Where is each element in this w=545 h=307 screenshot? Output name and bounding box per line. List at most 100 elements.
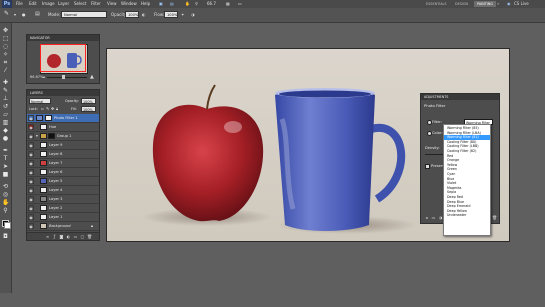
layers-tab[interactable]: LAYERS <box>30 90 43 96</box>
clone-stamp-tool-icon[interactable]: ⊥ <box>2 95 9 102</box>
hand-icon[interactable]: ✋ <box>185 0 190 8</box>
move-tool-icon[interactable]: ✥ <box>2 27 9 34</box>
visibility-eye-icon[interactable]: ◉ <box>28 223 34 229</box>
preserve-luminosity-checkbox[interactable] <box>425 164 430 169</box>
crop-tool-icon[interactable]: ⌗ <box>2 59 9 66</box>
visibility-eye-icon[interactable]: ◉ <box>28 214 34 220</box>
layer-thumbnail[interactable] <box>40 187 47 193</box>
fill-field[interactable]: 100% <box>81 106 96 112</box>
menu-select[interactable]: Select <box>74 0 86 8</box>
layer-row[interactable]: ◉ Layer 8 <box>27 150 99 159</box>
navigator-tab[interactable]: NAVIGATOR <box>30 35 50 41</box>
delete-adjustment-icon[interactable]: 🗑︎ <box>492 215 497 220</box>
layer-row[interactable]: ◉ Layer 5 <box>27 177 99 186</box>
menu-edit[interactable]: Edit <box>29 0 37 8</box>
visibility-eye-icon[interactable]: ◉ <box>28 142 34 148</box>
lasso-tool-icon[interactable]: ◌ <box>2 43 9 50</box>
navigator-zoom-knob[interactable] <box>62 75 65 79</box>
zoom-level[interactable]: 66.7 <box>207 0 216 8</box>
layer-thumbnail[interactable] <box>40 142 47 148</box>
brush-tool-icon[interactable]: ✎ <box>4 10 9 17</box>
brush-preset-picker[interactable]: ▾ <box>14 12 16 17</box>
layer-name[interactable]: Layer 2 <box>49 205 62 211</box>
add-mask-icon[interactable]: ◙ <box>59 234 64 239</box>
link-layers-icon[interactable]: ∞ <box>45 234 50 239</box>
mode-select[interactable]: Normal <box>61 11 107 18</box>
group-mask-thumbnail[interactable] <box>48 133 55 139</box>
adjustments-tab[interactable]: ADJUSTMENTS <box>424 94 448 100</box>
layer-name[interactable]: Background <box>49 223 71 229</box>
menu-file[interactable]: File <box>16 0 23 8</box>
opacity-field[interactable]: 100% <box>125 11 139 18</box>
zoom-tool-icon[interactable]: ⚲ <box>2 207 9 214</box>
return-to-list-icon[interactable]: ◂ <box>424 215 429 220</box>
layer-thumbnail[interactable] <box>40 223 47 229</box>
menu-image[interactable]: Image <box>42 0 55 8</box>
history-brush-tool-icon[interactable]: ↺ <box>2 103 9 110</box>
layer-row[interactable]: ◉ Layer 6 <box>27 168 99 177</box>
workspace-menu-icon[interactable]: » <box>497 0 499 8</box>
marquee-tool-icon[interactable]: ⬚ <box>2 35 9 42</box>
layer-thumbnail[interactable] <box>40 205 47 211</box>
background-color-swatch[interactable] <box>4 222 11 229</box>
lock-all-icon[interactable]: 🔒︎ <box>56 106 58 111</box>
group-expand-icon[interactable]: ▾ <box>36 133 38 139</box>
adjustment-layer-icon[interactable]: ◐ <box>66 234 71 239</box>
dodge-tool-icon[interactable]: ● <box>2 135 9 142</box>
screen-mode-icon[interactable]: ▭ <box>238 0 242 8</box>
gradient-tool-icon[interactable]: ▥ <box>2 119 9 126</box>
lock-image-icon[interactable]: ✎ <box>46 106 49 111</box>
layer-row[interactable]: ◉ Layer 9 <box>27 141 99 150</box>
menu-filter[interactable]: Filter <box>91 0 101 8</box>
layer-row[interactable]: ◉ Layer 2 <box>27 204 99 213</box>
brush-tool-icon[interactable]: ✎ <box>2 87 9 94</box>
trash-icon[interactable]: 🗑︎ <box>87 234 92 239</box>
quick-mask-icon[interactable]: ◘ <box>2 233 9 240</box>
layer-name[interactable]: Layer 3 <box>49 196 62 202</box>
layer-name[interactable]: Layer 9 <box>49 142 62 148</box>
mini-bridge-icon[interactable]: ▤ <box>170 0 174 8</box>
layer-row[interactable]: ◉ Layer 3 <box>27 195 99 204</box>
hand-tool-icon[interactable]: ✋ <box>2 199 9 206</box>
layer-name[interactable]: Layer 6 <box>49 169 62 175</box>
layer-opacity-field[interactable]: 100% <box>81 98 96 104</box>
layer-name[interactable]: Layer 7 <box>49 160 62 166</box>
layer-name[interactable]: Group 1 <box>57 133 71 139</box>
visibility-eye-icon[interactable]: ◉ <box>28 196 34 202</box>
expand-view-icon[interactable]: ▭ <box>431 215 436 220</box>
blend-mode-select[interactable]: Normal <box>29 98 51 104</box>
menu-help[interactable]: Help <box>141 0 150 8</box>
visibility-eye-icon[interactable]: ◉ <box>28 151 34 157</box>
visibility-eye-icon[interactable]: ◉ <box>28 187 34 193</box>
visibility-eye-icon[interactable]: ◉ <box>28 205 34 211</box>
layer-name[interactable]: Photo Filter 1 <box>54 115 78 121</box>
menu-view[interactable]: View <box>107 0 117 8</box>
3d-rotate-tool-icon[interactable]: ⟲ <box>2 183 9 190</box>
new-layer-icon[interactable]: ▢ <box>80 234 85 239</box>
visibility-eye-icon[interactable]: ◉ <box>28 124 34 130</box>
layer-row[interactable]: ◉ Layer 4 <box>27 186 99 195</box>
density-slider[interactable] <box>425 154 443 155</box>
workspace-painting[interactable]: PAINTING <box>474 1 496 7</box>
toggle-brush-panel-icon[interactable]: ▤ <box>35 11 40 17</box>
quick-selection-tool-icon[interactable]: ✧ <box>2 51 9 58</box>
type-tool-icon[interactable]: T <box>2 155 9 162</box>
layer-name[interactable]: Layer 4 <box>49 187 62 193</box>
3d-camera-tool-icon[interactable]: ◎ <box>2 191 9 198</box>
airbrush-icon[interactable]: ✦ <box>181 12 184 17</box>
layer-thumbnail[interactable] <box>40 169 47 175</box>
menu-window[interactable]: Window <box>121 0 137 8</box>
layer-row[interactable]: ◉ ▾ Group 1 <box>27 132 99 141</box>
pen-tool-icon[interactable]: ✒ <box>2 147 9 154</box>
layer-name[interactable]: Hue <box>49 124 56 130</box>
layer-name[interactable]: Layer 5 <box>49 178 62 184</box>
cs-live-icon[interactable]: ◉ <box>507 0 511 8</box>
shape-tool-icon[interactable]: ■ <box>2 171 9 178</box>
opacity-pressure-icon[interactable]: ◐ <box>142 12 146 17</box>
visibility-eye-icon[interactable]: ◉ <box>28 178 34 184</box>
zoom-in-icon[interactable]: ▲ <box>90 74 94 80</box>
zoom-out-icon[interactable]: ▴ <box>43 74 45 79</box>
bridge-icon[interactable]: ▣ <box>159 0 163 8</box>
eraser-tool-icon[interactable]: ▱ <box>2 111 9 118</box>
layer-row[interactable]: ◉ Background 🔒︎ <box>27 222 99 231</box>
